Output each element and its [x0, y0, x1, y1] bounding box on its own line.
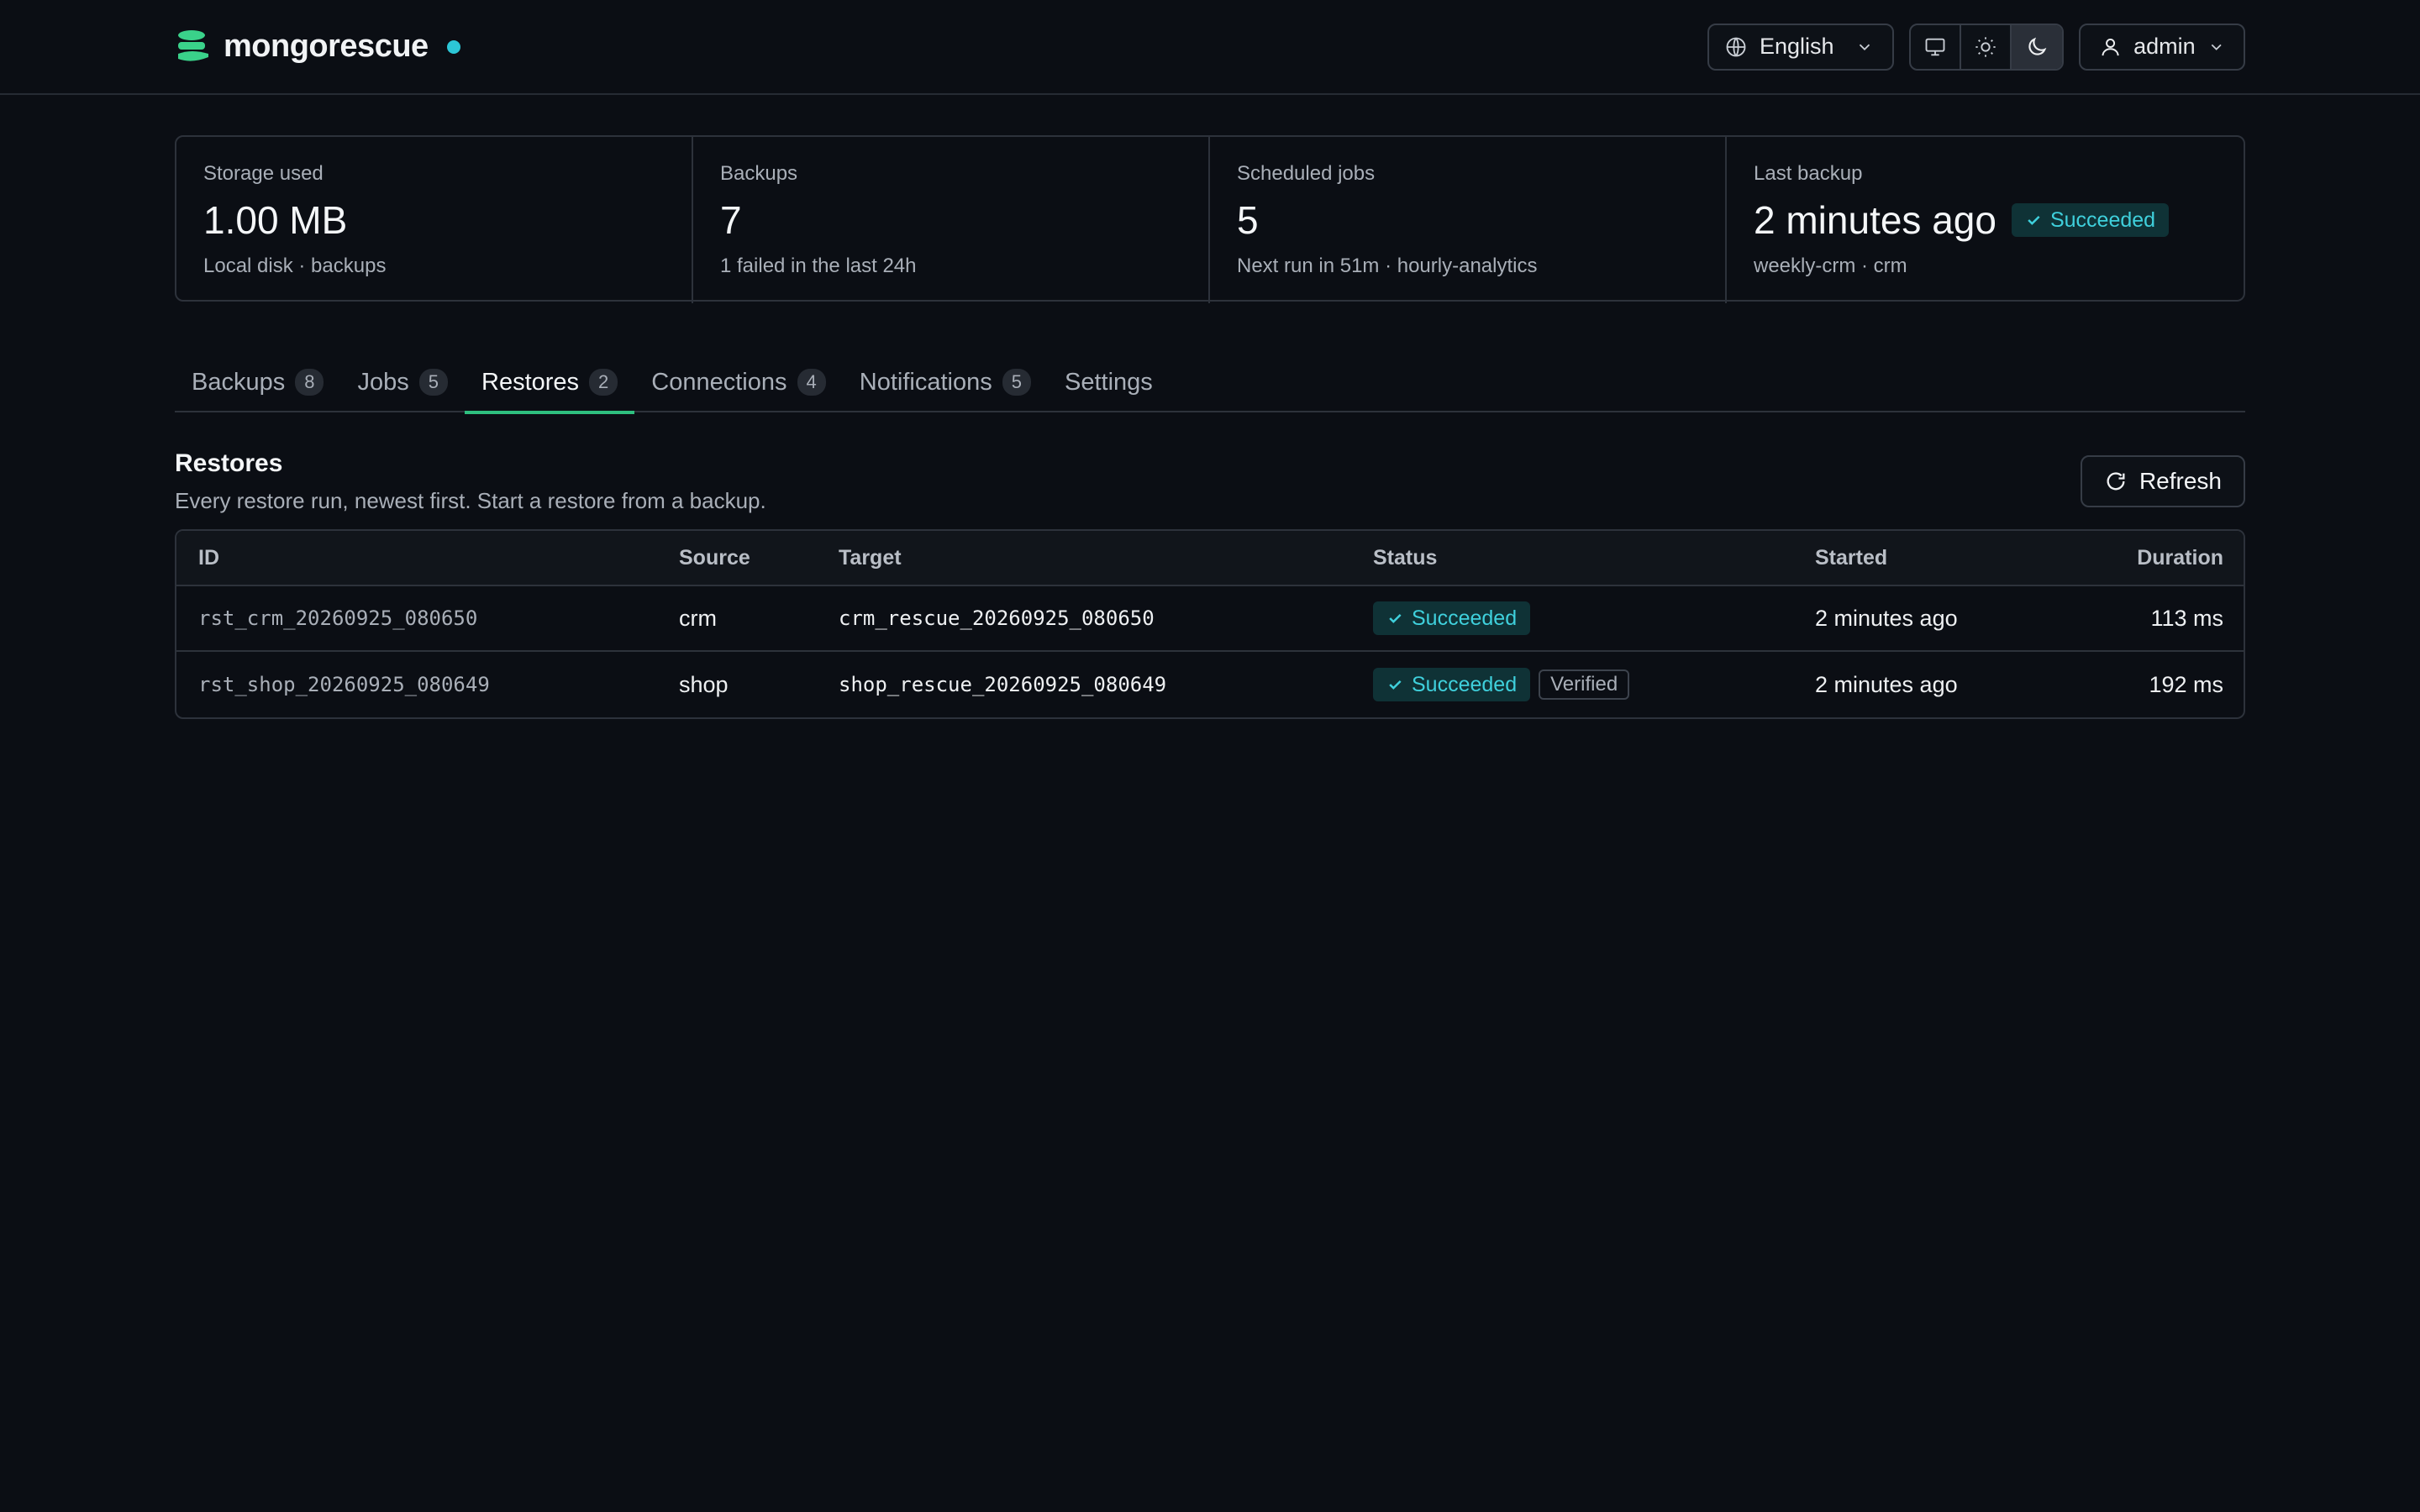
tab-count: 5: [1002, 369, 1031, 396]
stat-scheduled-jobs: Scheduled jobs 5 Next run in 51m · hourl…: [1210, 137, 1727, 303]
language-select[interactable]: English: [1707, 23, 1894, 71]
section-description: Every restore run, newest first. Start a…: [175, 488, 766, 513]
check-icon: [1389, 613, 1402, 623]
tab-restores[interactable]: Restores 2: [465, 352, 635, 414]
theme-dark-button[interactable]: [2012, 24, 2062, 69]
refresh-label: Refresh: [2139, 468, 2222, 494]
theme-switcher: [1909, 23, 2064, 71]
status-dot: [446, 39, 460, 54]
stats-panel: Storage used 1.00 MB Local disk · backup…: [175, 135, 2245, 303]
chevron-down-icon: [1859, 44, 1870, 50]
monitor-icon: [1925, 38, 1945, 55]
status-badge: Succeeded: [2011, 203, 2170, 237]
tab-connections[interactable]: Connections 4: [634, 352, 842, 412]
stat-label: Scheduled jobs: [1237, 162, 1376, 185]
stat-sub: 1 failed in the last 24h: [720, 255, 917, 277]
table-header: ID Source Target Status Started Duration: [176, 531, 2244, 586]
status-badge-label: Succeeded: [1412, 606, 1518, 630]
stat-backups: Backups 7 1 failed in the last 24h: [693, 137, 1210, 303]
table-row[interactable]: rst_crm_20260925_080650 crm crm_rescue_2…: [176, 586, 2244, 652]
brand-name: mongorescue: [224, 29, 429, 64]
stat-value: 1.00 MB: [203, 198, 348, 242]
tab-label: Restores: [481, 368, 580, 396]
restore-started: 2 minutes ago: [1815, 671, 1958, 697]
database-logo-icon: [178, 29, 208, 61]
sun-icon: [1975, 36, 1996, 57]
user-menu[interactable]: admin: [2079, 23, 2245, 71]
top-bar: mongorescue English admin: [0, 0, 2420, 95]
tab-backups[interactable]: Backups 8: [175, 352, 340, 412]
chevron-down-icon: [2211, 44, 2222, 50]
tab-label: Jobs: [357, 368, 409, 396]
tab-label: Settings: [1064, 368, 1153, 396]
column-header-target[interactable]: Target: [839, 546, 1373, 570]
stat-label: Backups: [720, 162, 798, 185]
stat-last-backup: Last backup 2 minutes ago Succeeded week…: [1727, 137, 2244, 303]
restore-duration: 192 ms: [2149, 671, 2223, 697]
restores-table: ID Source Target Status Started Duration…: [175, 529, 2245, 719]
stat-value: 2 minutes ago: [1754, 198, 1996, 242]
verified-badge: Verified: [1539, 669, 1630, 700]
restore-id: rst_crm_20260925_080650: [198, 606, 478, 630]
tab-label: Notifications: [859, 368, 992, 396]
status-badge: Succeeded: [1373, 668, 1531, 701]
stat-label: Storage used: [203, 162, 324, 185]
user-icon: [2102, 38, 2119, 55]
stat-sub: Next run in 51m · hourly-analytics: [1237, 255, 1538, 277]
restore-target: crm_rescue_20260925_080650: [839, 606, 1155, 630]
check-icon: [2028, 215, 2040, 225]
stat-label: Last backup: [1754, 162, 1863, 185]
tab-count: 4: [797, 369, 826, 396]
tab-label: Backups: [192, 368, 286, 396]
stat-value: 7: [720, 198, 742, 242]
refresh-button[interactable]: Refresh: [2080, 455, 2245, 507]
stat-sub: Local disk · backups: [203, 255, 387, 277]
tab-notifications[interactable]: Notifications 5: [843, 352, 1048, 412]
tab-label: Connections: [651, 368, 787, 396]
column-header-id[interactable]: ID: [198, 546, 679, 570]
tab-count: 8: [295, 369, 324, 396]
column-header-duration[interactable]: Duration: [2047, 546, 2223, 570]
tab-count: 2: [589, 369, 618, 396]
column-header-status[interactable]: Status: [1373, 546, 1815, 570]
refresh-icon: [2107, 472, 2125, 491]
stat-storage: Storage used 1.00 MB Local disk · backup…: [176, 137, 693, 303]
status-badge: Succeeded: [1373, 601, 1531, 635]
tab-bar: Backups 8 Jobs 5 Restores 2 Connections …: [175, 352, 2245, 414]
restore-source: shop: [679, 671, 729, 697]
restore-started: 2 minutes ago: [1815, 605, 1958, 631]
section-title: Restores: [175, 449, 283, 477]
status-badge-label: Succeeded: [2049, 208, 2156, 232]
restore-target: shop_rescue_20260925_080649: [839, 673, 1167, 696]
column-header-started[interactable]: Started: [1815, 546, 2047, 570]
tab-settings[interactable]: Settings: [1048, 352, 1170, 412]
theme-light-button[interactable]: [1961, 24, 2012, 69]
moon-icon: [2028, 37, 2047, 55]
restore-id: rst_shop_20260925_080649: [198, 673, 490, 696]
theme-system-button[interactable]: [1911, 24, 1961, 69]
user-name: admin: [2133, 34, 2196, 59]
restore-duration: 113 ms: [2150, 605, 2223, 631]
globe-icon: [1726, 37, 1746, 56]
check-icon: [1389, 680, 1402, 690]
tab-count: 5: [418, 369, 448, 396]
table-row[interactable]: rst_shop_20260925_080649 shop shop_rescu…: [176, 652, 2244, 717]
stat-sub: weekly-crm · crm: [1754, 255, 1907, 277]
status-badge-label: Succeeded: [1412, 673, 1518, 696]
stat-value: 5: [1237, 198, 1259, 242]
restore-source: crm: [679, 605, 717, 631]
language-label: English: [1760, 34, 1834, 59]
tab-jobs[interactable]: Jobs 5: [340, 352, 465, 412]
column-header-source[interactable]: Source: [679, 546, 839, 570]
brand[interactable]: mongorescue: [175, 29, 460, 66]
